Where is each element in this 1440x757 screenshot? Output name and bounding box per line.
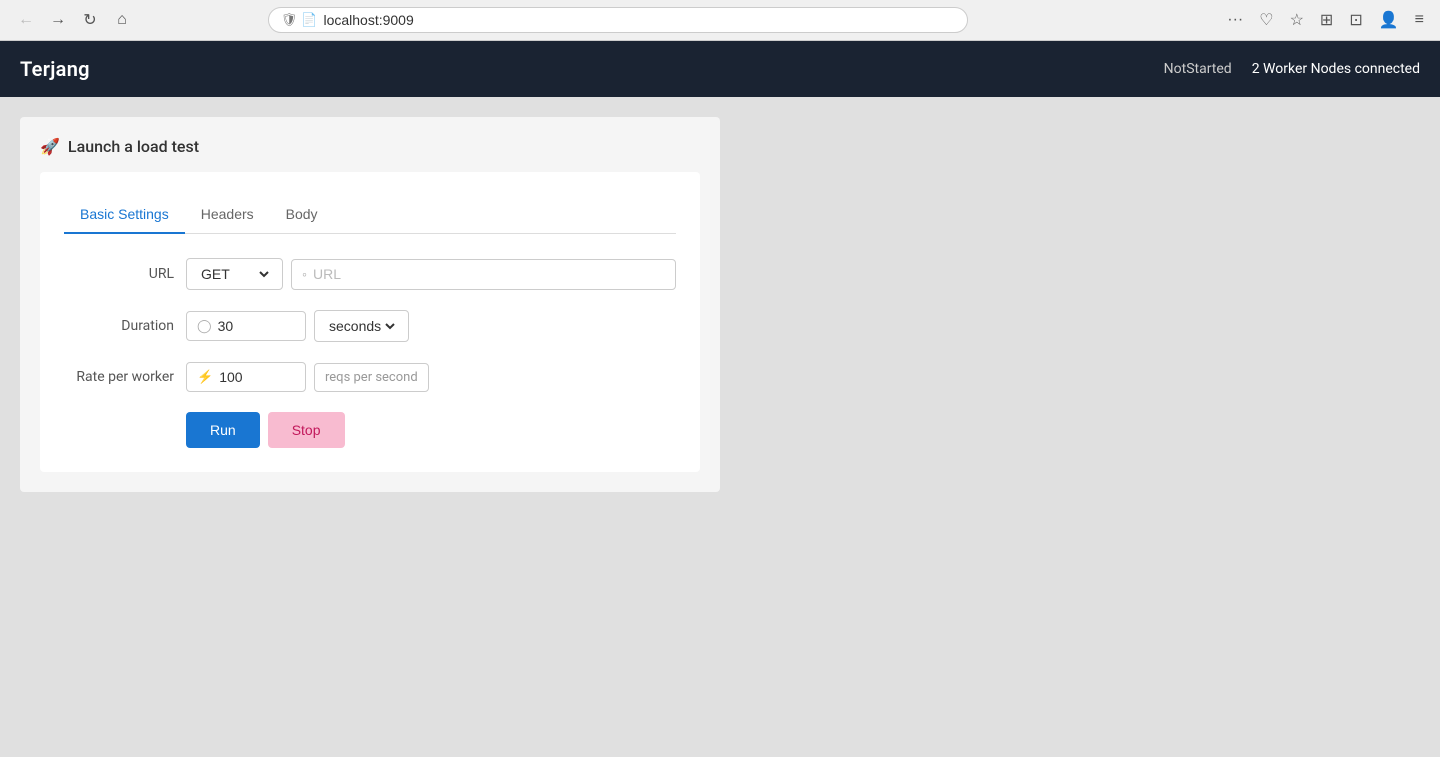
home-button[interactable]: ⌂ [108, 6, 136, 34]
profile-button[interactable]: 👤 [1375, 6, 1403, 34]
url-controls: GET POST PUT DELETE PATCH ◦ [186, 258, 676, 290]
unit-select[interactable]: seconds minutes [325, 317, 398, 335]
browser-right-buttons: ··· ♡ ☆ ⊞ ⊡ 👤 ≡ [1223, 6, 1428, 34]
panel-title: Launch a load test [68, 137, 199, 156]
card: Basic Settings Headers Body URL GET POST… [40, 172, 700, 472]
app-header-right: NotStarted 2 Worker Nodes connected [1164, 61, 1420, 77]
rate-row: Rate per worker ⚡ reqs per second [64, 362, 676, 392]
forward-button[interactable]: → [44, 6, 72, 34]
lightning-icon: ⚡ [197, 370, 213, 385]
duration-input-wrapper: ◯ [186, 311, 306, 341]
main-content: 🚀 Launch a load test Basic Settings Head… [0, 97, 1440, 757]
url-label: URL [64, 266, 174, 282]
tabs: Basic Settings Headers Body [64, 196, 676, 234]
tab-headers[interactable]: Headers [185, 196, 270, 234]
collections-button[interactable]: ⊞ [1316, 6, 1337, 34]
split-button[interactable]: ⊡ [1345, 6, 1366, 34]
reload-button[interactable]: ↻ [76, 6, 104, 34]
menu-button[interactable]: ≡ [1411, 7, 1428, 33]
panel-header: 🚀 Launch a load test [40, 137, 700, 156]
stop-button[interactable]: Stop [268, 412, 345, 448]
method-select[interactable]: GET POST PUT DELETE PATCH [197, 265, 272, 283]
shield-icon: 🛡 [281, 13, 298, 28]
rate-input[interactable] [219, 369, 279, 385]
tab-body[interactable]: Body [270, 196, 334, 234]
extensions-button[interactable]: ··· [1223, 7, 1247, 33]
unit-select-wrapper[interactable]: seconds minutes [314, 310, 409, 342]
back-button[interactable]: ← [12, 6, 40, 34]
page-icon: 📄 [301, 13, 317, 28]
address-bar-icons: 🛡 📄 [281, 13, 318, 28]
status-badge: NotStarted [1164, 61, 1232, 77]
address-bar[interactable]: 🛡 📄 [268, 7, 968, 33]
duration-input[interactable] [218, 318, 278, 334]
globe-icon: ◦ [302, 266, 307, 283]
rate-input-wrapper: ⚡ [186, 362, 306, 392]
rate-controls: ⚡ reqs per second [186, 362, 676, 392]
rocket-icon: 🚀 [40, 137, 60, 156]
url-input[interactable] [323, 12, 954, 28]
method-select-wrapper[interactable]: GET POST PUT DELETE PATCH [186, 258, 283, 290]
bookmark-button[interactable]: ☆ [1286, 6, 1308, 34]
worker-nodes-label: 2 Worker Nodes connected [1252, 61, 1420, 77]
url-input-wrapper: ◦ [291, 259, 676, 290]
browser-toolbar: ← → ↻ ⌂ 🛡 📄 ··· ♡ ☆ ⊞ ⊡ 👤 ≡ [0, 0, 1440, 40]
duration-row: Duration ◯ seconds minutes [64, 310, 676, 342]
clock-icon: ◯ [197, 319, 212, 334]
app-header: Terjang NotStarted 2 Worker Nodes connec… [0, 41, 1440, 97]
url-row: URL GET POST PUT DELETE PATCH ◦ [64, 258, 676, 290]
app-title: Terjang [20, 57, 90, 81]
run-button[interactable]: Run [186, 412, 260, 448]
browser-chrome: ← → ↻ ⌂ 🛡 📄 ··· ♡ ☆ ⊞ ⊡ 👤 ≡ [0, 0, 1440, 41]
tab-basic-settings[interactable]: Basic Settings [64, 196, 185, 234]
duration-controls: ◯ seconds minutes [186, 310, 676, 342]
duration-label: Duration [64, 318, 174, 334]
button-row: Run Stop [64, 412, 676, 448]
rate-unit-label: reqs per second [314, 363, 429, 392]
pocket-button[interactable]: ♡ [1255, 6, 1277, 34]
rate-label: Rate per worker [64, 369, 174, 385]
url-text-input[interactable] [313, 266, 665, 282]
panel: 🚀 Launch a load test Basic Settings Head… [20, 117, 720, 492]
nav-buttons: ← → ↻ ⌂ [12, 6, 136, 34]
